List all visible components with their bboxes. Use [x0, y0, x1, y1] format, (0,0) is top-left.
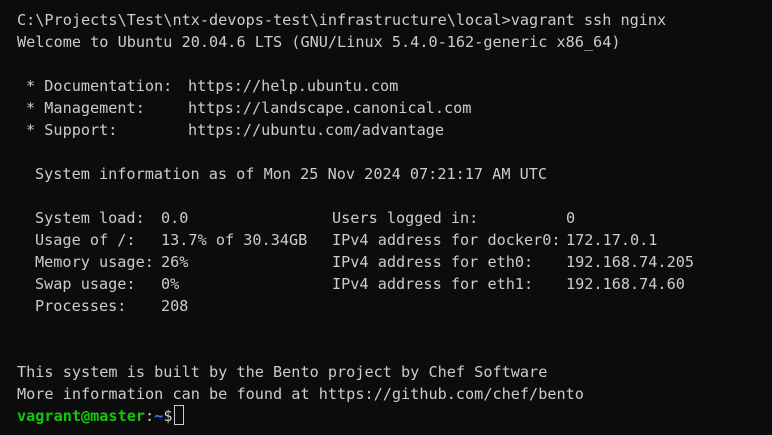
sysinfo-row: System load: 0.0 Users logged in: 0: [17, 207, 772, 229]
support-link-url[interactable]: https://help.ubuntu.com: [188, 75, 398, 97]
sysinfo-value: 13.7% of 30.34GB: [161, 231, 308, 249]
sysinfo-row: Memory usage: 26% IPv4 address for eth0: 19…: [17, 251, 772, 273]
support-link-row: * Documentation: https://help.ubuntu.com: [17, 75, 772, 97]
sysinfo-row: Swap usage: 0% IPv4 address for eth1: 192.1…: [17, 273, 772, 295]
sysinfo-label-2: IPv4 address for eth0:: [332, 253, 534, 271]
command-line: C:\Projects\Test\ntx-devops-test\infrast…: [17, 11, 667, 29]
footer-line: This system is built by the Bento projec…: [17, 363, 548, 381]
sysinfo-value: 26%: [161, 253, 189, 271]
sysinfo-header: System information as of Mon 25 Nov 2024…: [35, 165, 548, 183]
sysinfo-label-2: IPv4 address for eth1:: [332, 275, 534, 293]
footer-line: More information can be found at https:/…: [17, 385, 584, 403]
prompt-separator: :: [145, 407, 155, 425]
support-link-url[interactable]: https://ubuntu.com/advantage: [188, 119, 444, 141]
prompt-path: ~: [154, 407, 164, 425]
sysinfo-row: Usage of /: 13.7% of 30.34GB IPv4 address …: [17, 229, 772, 251]
prompt-user-host: vagrant@master: [17, 407, 146, 425]
support-link-label: * Support:: [26, 121, 118, 139]
sysinfo-value-2: 192.168.74.205: [566, 253, 695, 271]
prompt-symbol: $: [163, 407, 173, 425]
sysinfo-label: Swap usage:: [35, 275, 136, 293]
sysinfo-label-2: Users logged in:: [332, 209, 479, 227]
sysinfo-label: Processes:: [35, 297, 127, 315]
support-link-row: * Management: https://landscape.canonical…: [17, 97, 772, 119]
welcome-message: Welcome to Ubuntu 20.04.6 LTS (GNU/Linux…: [17, 33, 621, 51]
sysinfo-value-2: 0: [566, 209, 576, 227]
sysinfo-value: 0.0: [161, 209, 189, 227]
support-link-url[interactable]: https://landscape.canonical.com: [188, 97, 471, 119]
terminal-window[interactable]: C:\Projects\Test\ntx-devops-test\infrast…: [0, 0, 772, 435]
support-link-label: * Management:: [26, 99, 145, 117]
shell-prompt[interactable]: vagrant@master:~$: [17, 405, 772, 427]
sysinfo-value: 0%: [161, 275, 180, 293]
sysinfo-label: Usage of /:: [35, 231, 136, 249]
sysinfo-value: 208: [161, 297, 189, 315]
support-link-label: * Documentation:: [26, 77, 173, 95]
sysinfo-label: Memory usage:: [35, 253, 154, 271]
support-link-row: * Support: https://ubuntu.com/advantage: [17, 119, 772, 141]
sysinfo-label-2: IPv4 address for docker0:: [332, 231, 561, 249]
sysinfo-value-2: 192.168.74.60: [566, 275, 685, 293]
sysinfo-value-2: 172.17.0.1: [566, 231, 658, 249]
text-cursor[interactable]: [174, 405, 185, 425]
sysinfo-row: Processes: 208: [17, 295, 772, 317]
sysinfo-label: System load:: [35, 209, 145, 227]
